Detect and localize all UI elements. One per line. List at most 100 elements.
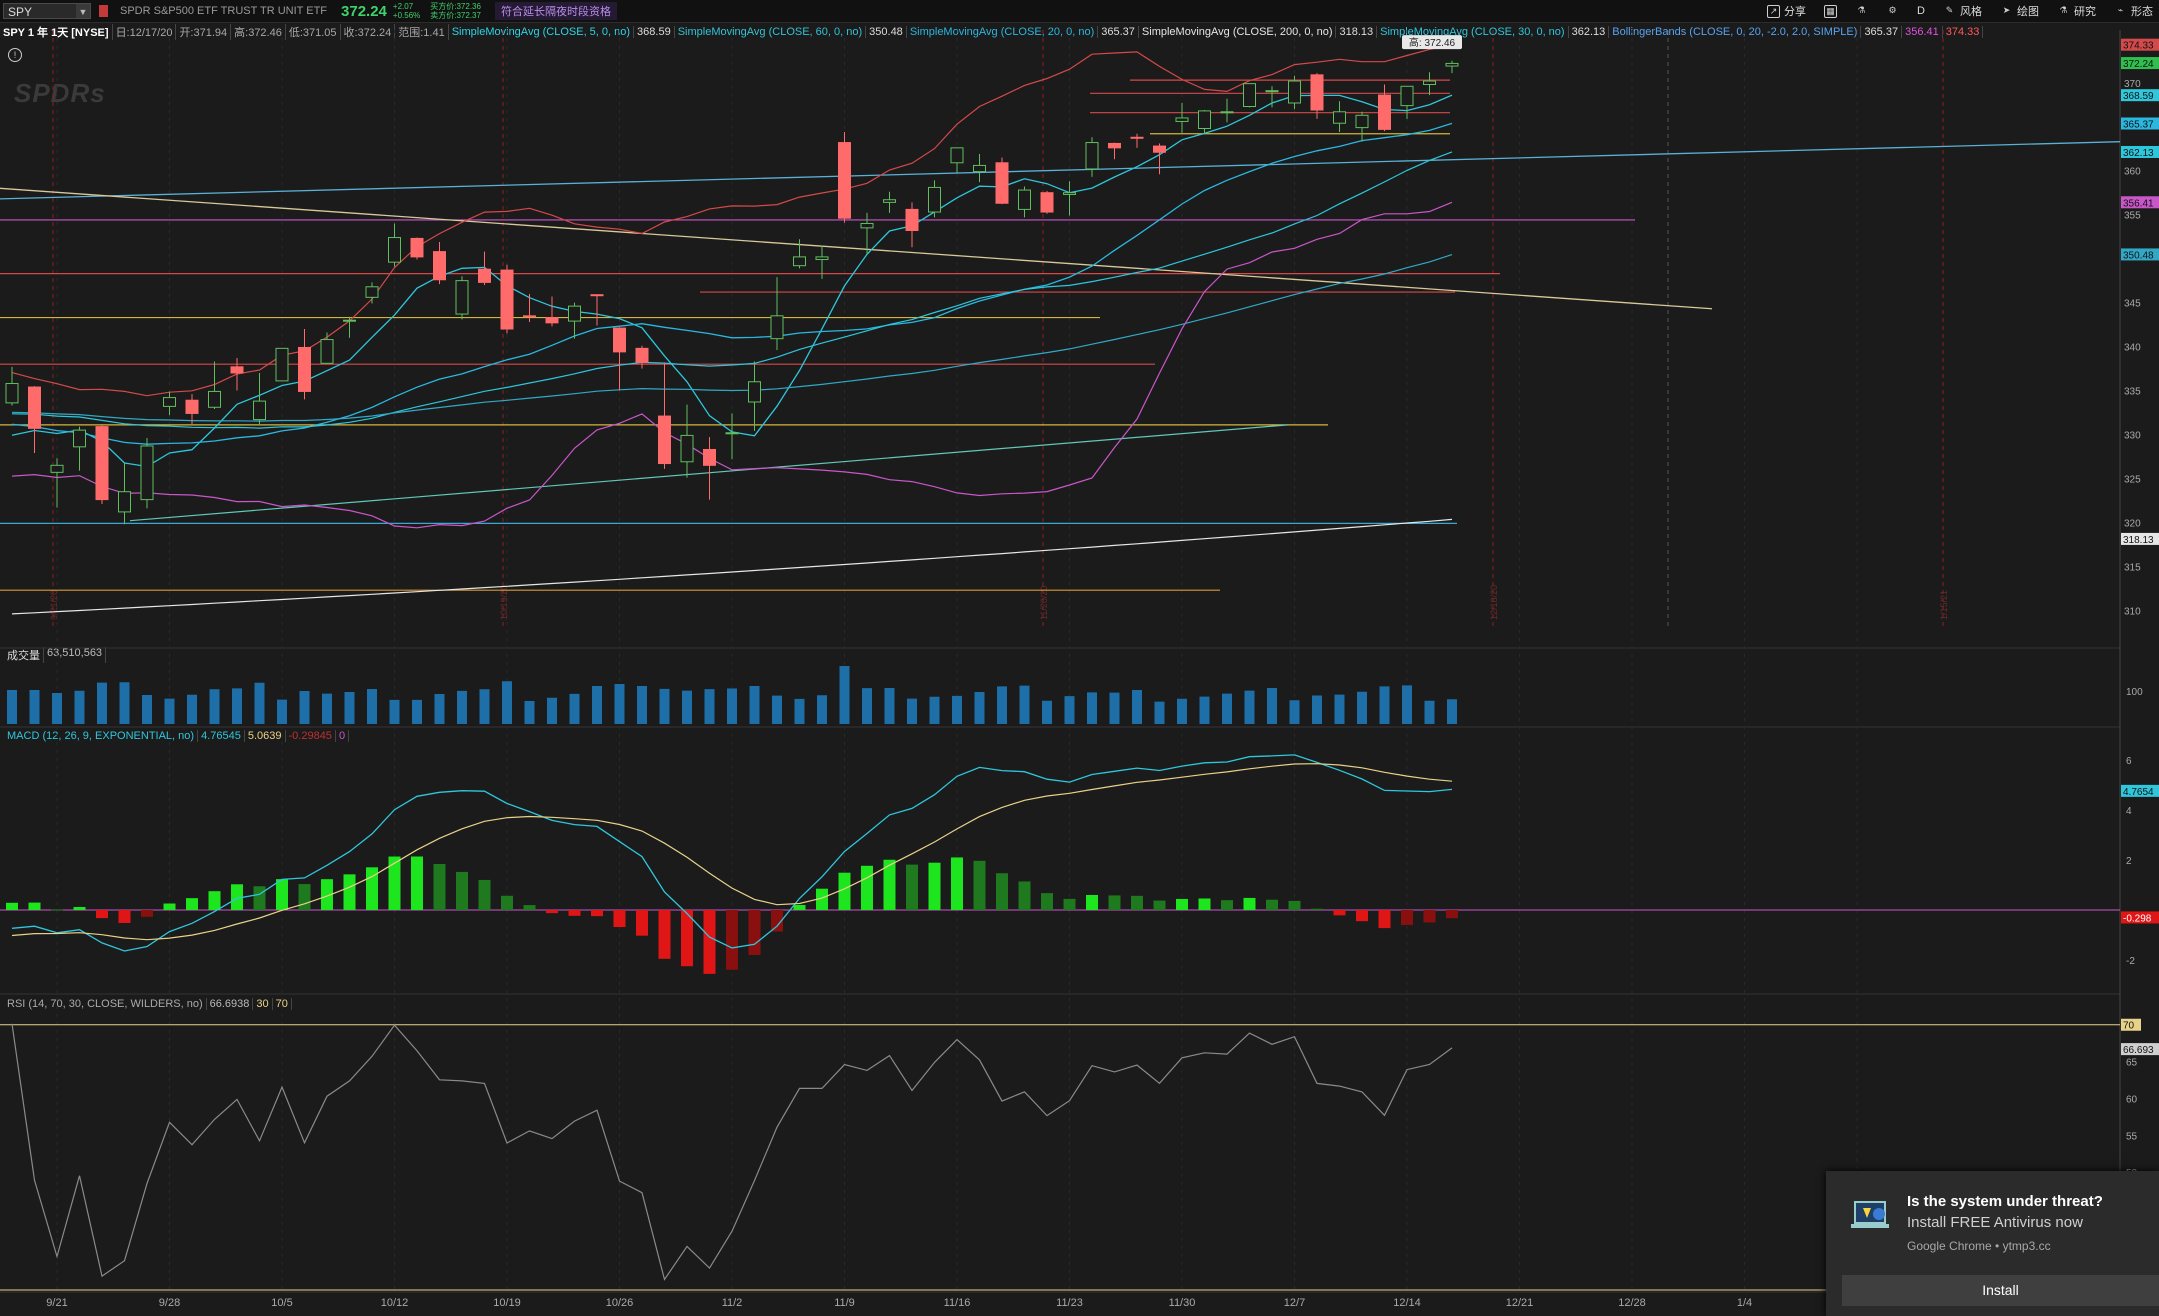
macd-histogram-bar (501, 895, 513, 910)
date-axis-label: 12/14 (1393, 1297, 1421, 1309)
price-axis-label: 370 (2124, 79, 2141, 90)
macd-histogram-bar (208, 891, 221, 910)
volume-bar (344, 692, 355, 724)
macd-histogram-bar (1378, 910, 1391, 929)
candle-body (73, 429, 86, 448)
macd-histogram-bar (186, 898, 198, 910)
macd-histogram-bar (118, 910, 131, 923)
macd-histogram-bar (793, 904, 806, 910)
candlesticks: 高: 372.46 (5, 35, 1462, 525)
volume-bar (1222, 693, 1232, 724)
volume-bar (1177, 698, 1187, 724)
month-tag: 9/21/20 (49, 590, 59, 620)
macd-histogram-bar (1401, 910, 1413, 925)
candle-body (500, 269, 514, 330)
volume-bar (839, 666, 850, 724)
price-axis-label: 325 (2124, 475, 2141, 486)
volume-bar (817, 695, 827, 724)
date-axis-label: 10/19 (493, 1297, 521, 1309)
candle-body (163, 397, 176, 407)
candle-body (185, 399, 199, 414)
candle-body (523, 315, 536, 318)
high-tag: 高: 372.46 (1409, 36, 1456, 49)
candle-body (568, 305, 581, 322)
candle-body (28, 386, 41, 429)
macd-histogram-bar (951, 857, 963, 910)
volume-bar (434, 694, 445, 724)
install-button[interactable]: Install (1842, 1275, 2159, 1306)
candle-body (1130, 136, 1144, 139)
date-axis-label: 12/7 (1284, 1297, 1305, 1309)
price-axis-label: 355 (2124, 211, 2141, 222)
candle-body (1040, 192, 1054, 213)
price-axis-label: 345 (2124, 299, 2141, 310)
candle-body (1018, 189, 1031, 210)
volume-bar (322, 693, 332, 724)
price-tag-label: 350.48 (2123, 250, 2154, 261)
chart-grid: 9/21 9/28 10/5 10/12 10/19 10/26 11/2 11/9 11/16… (0, 30, 2121, 1309)
date-axis-label: 11/16 (944, 1297, 971, 1309)
notification-title: Is the system under threat? (1907, 1193, 2103, 1210)
volume-bar (524, 701, 535, 724)
price-axis-label: 330 (2124, 431, 2141, 442)
month-tag: 1/15/21 (1939, 590, 1949, 620)
macd-histogram-bar (928, 862, 941, 910)
date-axis-label: 1/4 (1737, 1297, 1752, 1309)
candle-body (298, 346, 311, 392)
macd-histogram-bar (1041, 893, 1053, 910)
volume-bar (457, 690, 467, 724)
date-axis-label: 10/26 (606, 1297, 634, 1309)
candle-body (973, 164, 986, 173)
volume-bar (502, 681, 512, 724)
macd-histogram-bar (703, 910, 716, 974)
volume-bar (1267, 688, 1277, 724)
volume-bar (772, 695, 782, 724)
volume-bar (907, 698, 917, 724)
macd-histogram-bar (141, 910, 153, 917)
volume-bar (659, 688, 670, 724)
macd-histogram-bar (388, 856, 401, 910)
macd-histogram-bar (411, 856, 423, 910)
macd-histogram-bar (1153, 900, 1166, 910)
laptop-warning-icon (1851, 1201, 1889, 1228)
volume-bar (1424, 700, 1435, 724)
candle-body (365, 286, 379, 298)
date-axis-label: 10/5 (271, 1297, 292, 1309)
volume-bar (1289, 700, 1300, 724)
macd-tag-label: -0.298 (2123, 913, 2152, 924)
volume-bar (884, 688, 895, 724)
volume-bar (592, 686, 602, 724)
volume-bar (367, 689, 377, 724)
volume-bar (1244, 690, 1255, 724)
candle-body (725, 432, 739, 435)
candle-body (1085, 142, 1099, 170)
volume-bar (7, 690, 17, 724)
volume-bar (254, 682, 265, 724)
volume-bar (1402, 685, 1412, 724)
volume-bar (142, 695, 152, 724)
macd-histogram-bar (1063, 898, 1076, 910)
date-axis-label: 12/21 (1506, 1297, 1534, 1309)
volume-bar (1064, 696, 1075, 724)
macd-histogram-bar (298, 884, 311, 910)
chrome-notification[interactable]: Is the system under threat? Install FREE… (1826, 1171, 2159, 1316)
chart-canvas[interactable]: 9/21 9/28 10/5 10/12 10/19 10/26 11/2 11/9 11/16… (0, 0, 2159, 1316)
volume-bar (277, 699, 287, 724)
rsi-axis-label: 60 (2126, 1094, 2138, 1105)
candle-body (5, 383, 19, 404)
trend-drawings (0, 79, 2121, 591)
macd-axis-label: 2 (2126, 856, 2132, 867)
price-tag-label: 372.24 (2123, 59, 2154, 70)
candle-body (545, 317, 559, 324)
price-axis-label: 360 (2124, 167, 2141, 178)
candle-body (208, 390, 221, 408)
macd-histogram-bar (613, 910, 626, 928)
notification-source: Google Chrome • ytmp3.cc (1907, 1239, 2051, 1253)
candle-body (455, 280, 469, 315)
volume-bar (704, 689, 715, 724)
volume-bar (1199, 696, 1210, 724)
price-tag-label: 368.59 (2123, 91, 2154, 102)
date-axis-label: 11/23 (1056, 1297, 1083, 1309)
price-tag-label: 365.37 (2123, 119, 2154, 130)
macd-histogram-bar (51, 909, 63, 911)
